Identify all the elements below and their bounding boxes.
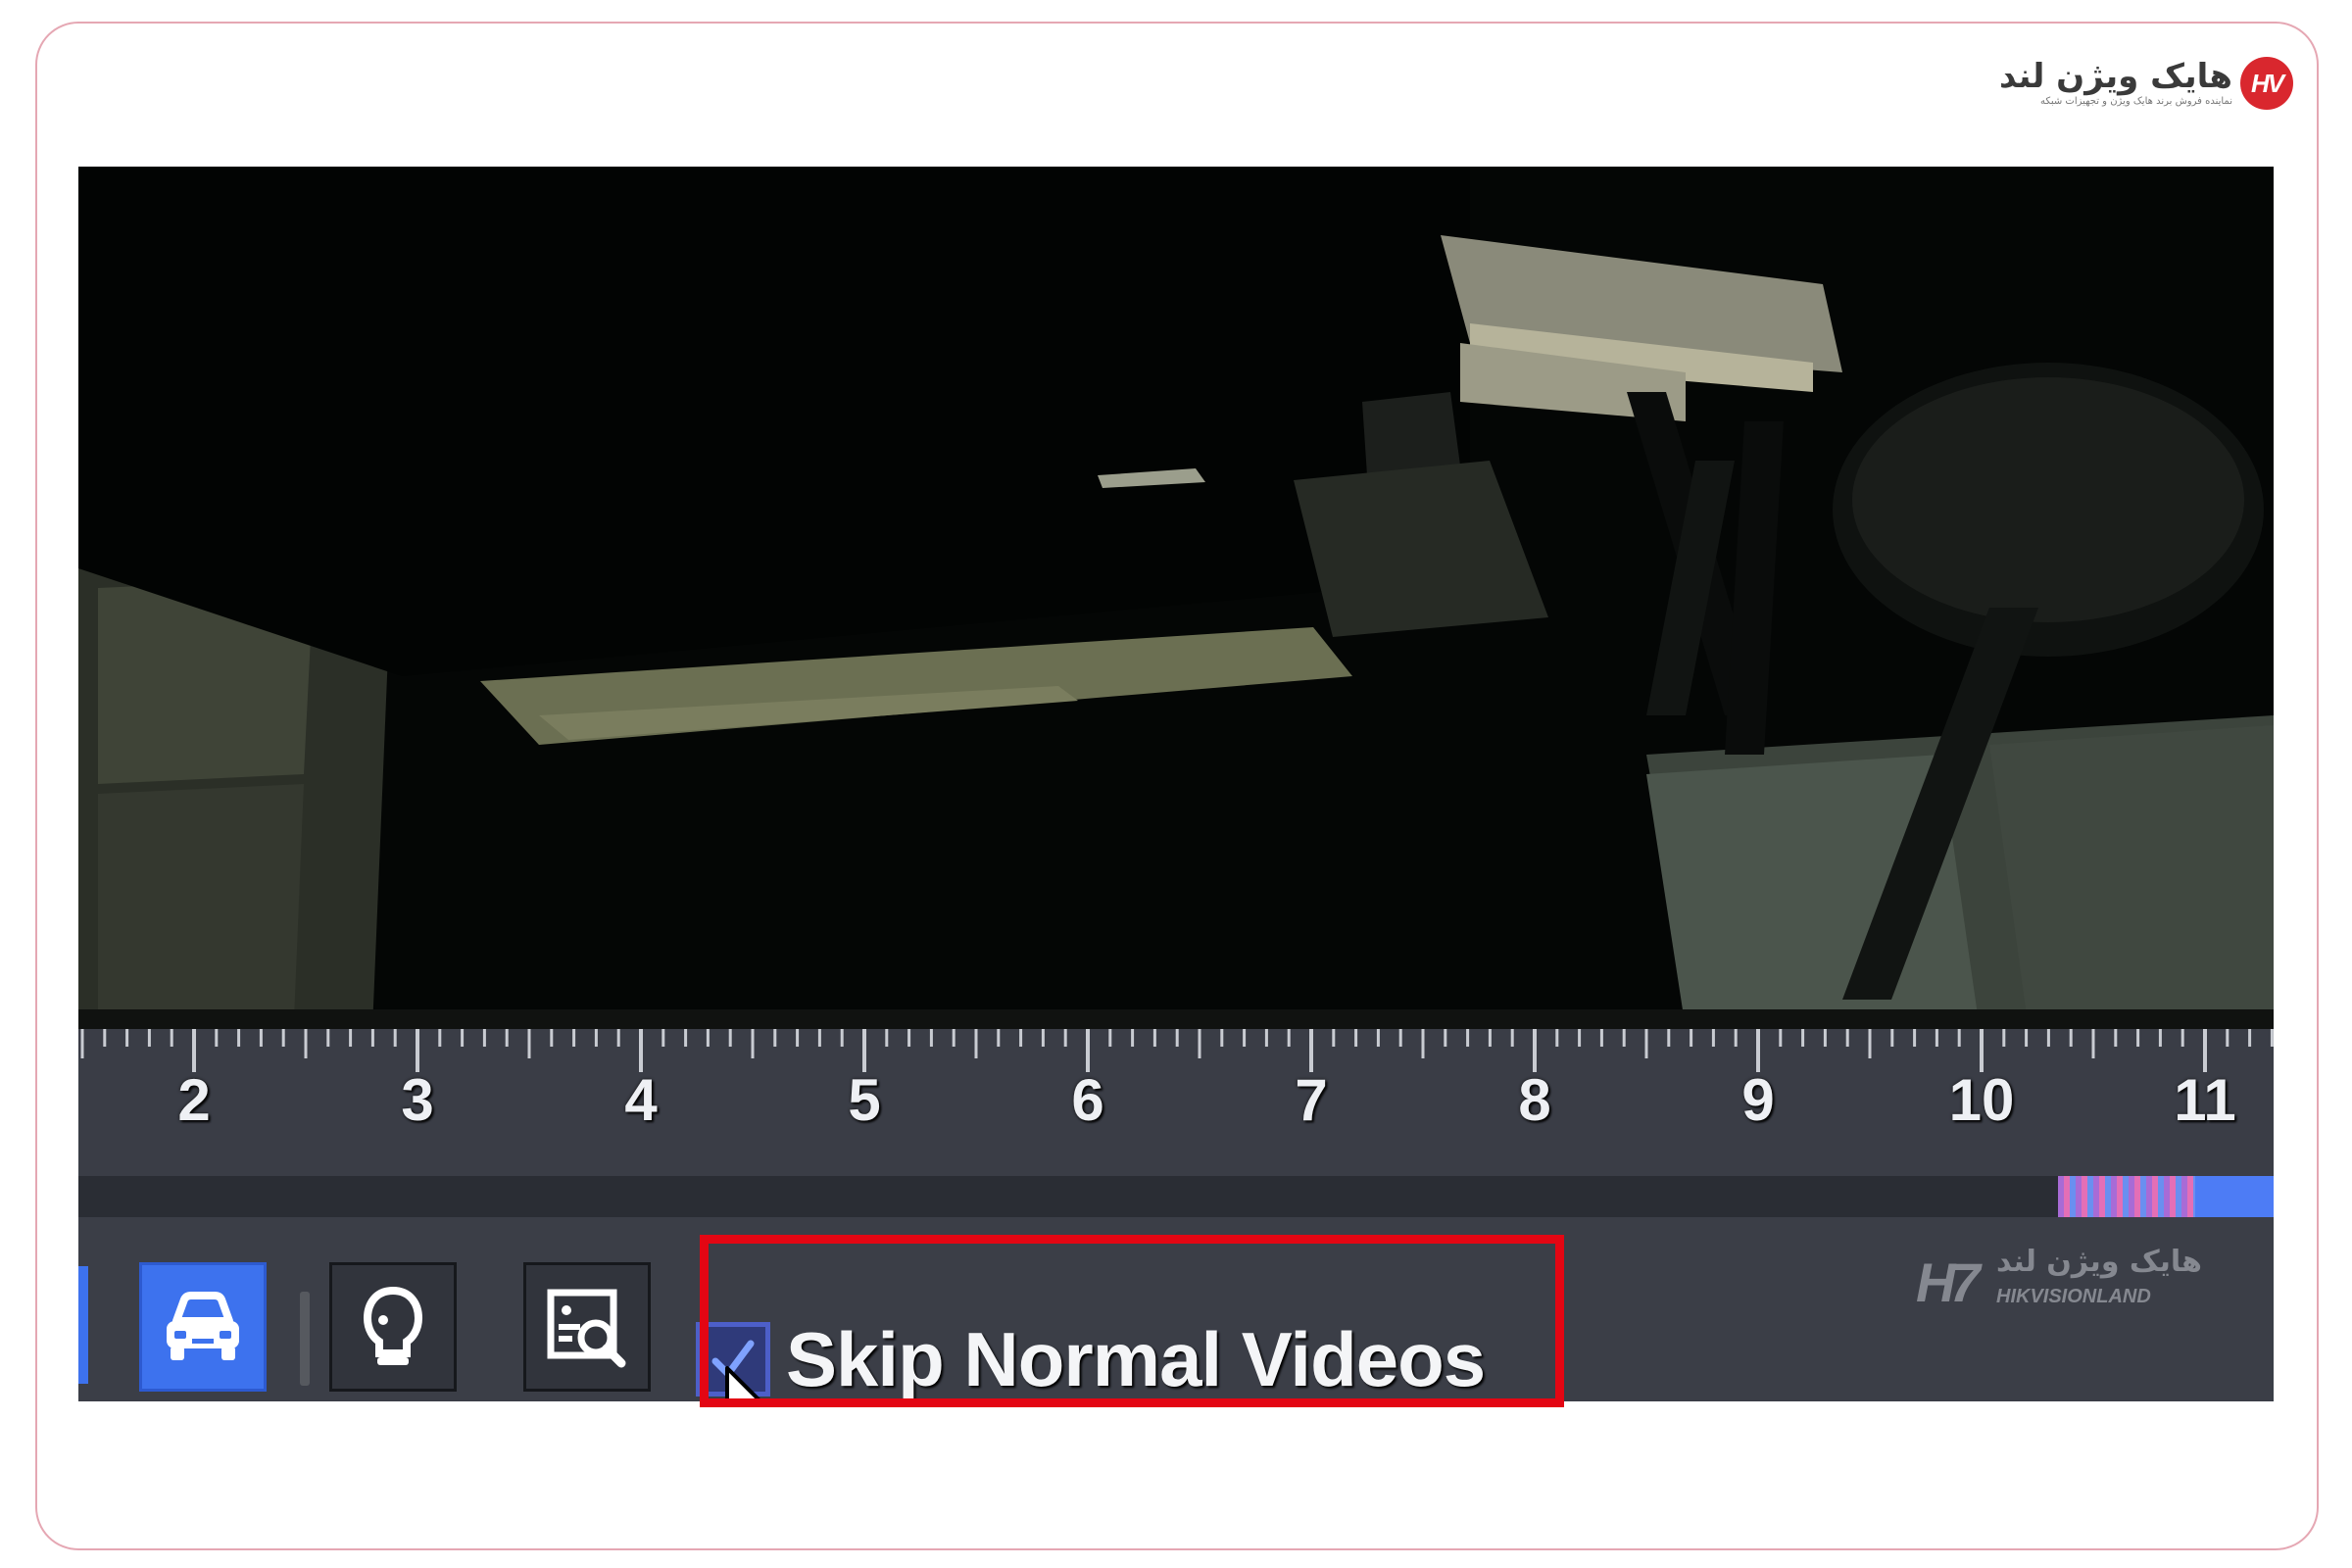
- brand-logo: HV هایک ویژن لند نماینده فروش برند هایک …: [1999, 53, 2293, 116]
- hour-label-9: 9: [1741, 1067, 1775, 1133]
- highlight-box: [700, 1235, 1564, 1407]
- car-icon: [167, 1292, 239, 1360]
- camera-frame-image: [78, 167, 2274, 1029]
- brand-badge-icon: HV: [2240, 57, 2293, 110]
- timeline-ruler[interactable]: 2 3 4 5 6 7 8 9 10 11: [78, 1029, 2274, 1176]
- hour-label-2: 2: [177, 1067, 211, 1133]
- watermark-mark: H7: [1916, 1251, 1981, 1313]
- watermark-text-en: HIKVISIONLAND: [1996, 1286, 2151, 1307]
- recording-segment[interactable]: [2058, 1176, 2274, 1217]
- watermark-logo: H7 هایک ویژن لند HIKVISIONLAND: [1916, 1245, 2202, 1323]
- hour-label-10: 10: [1948, 1067, 2015, 1133]
- video-playback-view[interactable]: [78, 167, 2274, 1029]
- brand-tagline: نماینده فروش برند هایک ویژن و تجهیزات شب…: [2039, 96, 2232, 107]
- nvr-playback-screenshot: 2 3 4 5 6 7 8 9 10 11 Skip Normal Videos: [78, 167, 2274, 1401]
- hour-label-5: 5: [848, 1067, 881, 1133]
- hour-label-11: 11: [2174, 1067, 2236, 1133]
- human-head-icon: [363, 1286, 423, 1365]
- human-search-button[interactable]: [329, 1262, 457, 1392]
- hour-label-7: 7: [1295, 1067, 1328, 1133]
- recording-track[interactable]: [78, 1176, 2274, 1217]
- image-search-icon: [547, 1289, 626, 1368]
- brand-name: هایک ویژن لند: [1999, 57, 2232, 96]
- partial-button[interactable]: [78, 1266, 88, 1384]
- smart-search-button[interactable]: [523, 1262, 651, 1392]
- hour-label-8: 8: [1518, 1067, 1551, 1133]
- vehicle-search-button[interactable]: [139, 1262, 267, 1392]
- hour-label-3: 3: [401, 1067, 434, 1133]
- toolbar-separator: [300, 1292, 310, 1386]
- hour-label-6: 6: [1071, 1067, 1104, 1133]
- hour-label-4: 4: [624, 1067, 658, 1133]
- watermark-text-fa: هایک ویژن لند: [1996, 1245, 2202, 1279]
